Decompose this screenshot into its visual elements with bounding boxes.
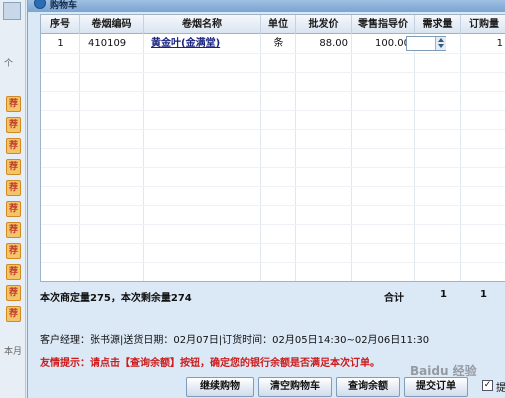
column-header-demand[interactable]: 需求量: [415, 15, 461, 34]
grid-divider: [41, 110, 505, 111]
side-text-top: 个: [4, 59, 14, 69]
recommend-tag[interactable]: 荐: [6, 222, 21, 238]
query-balance-button[interactable]: 查询余额: [336, 377, 400, 397]
recommend-tag[interactable]: 荐: [6, 201, 21, 217]
cell-retail-price: 100.00: [375, 38, 410, 49]
total-demand: 1: [440, 289, 447, 300]
grid-divider: [41, 262, 505, 263]
product-name-link[interactable]: 黄金叶(金满堂): [151, 35, 261, 53]
left-side-panel: 个 荐 荐 荐 荐 荐 荐 荐 荐 荐 荐 荐 本月: [0, 0, 26, 398]
recommend-tag[interactable]: 荐: [6, 138, 21, 154]
title-bar[interactable]: 购物车: [28, 0, 505, 12]
column-header-seq[interactable]: 序号: [41, 15, 80, 34]
grid-divider: [41, 224, 505, 225]
cell-unit: 条: [273, 38, 284, 49]
table-header: 序号 卷烟编码 卷烟名称 单位 批发价 零售指导价 需求量 订购量: [41, 15, 505, 34]
friendly-hint: 友情提示：请点击【查询余额】按钮，确定您的银行余额是否满足本次订单。: [40, 358, 380, 369]
grid-divider: [41, 53, 505, 54]
recommend-tag[interactable]: 荐: [6, 96, 21, 112]
side-top-button[interactable]: [3, 2, 21, 20]
cart-table: 序号 卷烟编码 卷烟名称 单位 批发价 零售指导价 需求量 订购量 1 4101…: [40, 14, 505, 282]
cell-wholesale-price: 88.00: [319, 38, 348, 49]
cart-icon: [34, 0, 46, 9]
quota-summary: 本次商定量275，本次剩余量274: [40, 293, 192, 304]
chevron-down-icon[interactable]: [438, 44, 444, 48]
column-header-code[interactable]: 卷烟编码: [80, 15, 144, 34]
quantity-stepper[interactable]: [435, 37, 446, 50]
recommend-tag[interactable]: 荐: [6, 243, 21, 259]
column-header-order[interactable]: 订购量: [461, 15, 505, 34]
grid-divider: [41, 167, 505, 168]
column-header-name[interactable]: 卷烟名称: [144, 15, 261, 34]
baidu-watermark: Baidu 经验: [410, 364, 477, 378]
chevron-up-icon[interactable]: [438, 38, 444, 42]
recommend-tag[interactable]: 荐: [6, 306, 21, 322]
cell-seq: 1: [57, 38, 64, 49]
grid-divider: [41, 148, 505, 149]
clear-cart-button[interactable]: 清空购物车: [258, 377, 332, 397]
grid-divider: [41, 91, 505, 92]
window-title: 购物车: [50, 1, 78, 11]
continue-shopping-button[interactable]: 继续购物: [186, 377, 254, 397]
total-order: 1: [480, 289, 487, 300]
total-label: 合计: [384, 293, 404, 304]
recommend-tag[interactable]: 荐: [6, 159, 21, 175]
column-header-wholesale[interactable]: 批发价: [296, 15, 352, 34]
cell-order-quantity: 1: [496, 38, 503, 49]
recommend-tag[interactable]: 荐: [6, 180, 21, 196]
grid-divider: [41, 72, 505, 73]
cell-code: 410109: [88, 38, 127, 49]
grid-divider: [41, 243, 505, 244]
grid-divider: [41, 129, 505, 130]
recommend-tag[interactable]: 荐: [6, 285, 21, 301]
manager-delivery-info: 客户经理：张书源|送货日期：02月07日|订货时间：02月05日14:30~02…: [40, 335, 430, 346]
recommend-tag[interactable]: 荐: [6, 264, 21, 280]
shopping-cart-dialog: 购物车 序号 卷烟编码 卷烟名称 单位 批发价 零售指导价 需求量 订购量 1 …: [27, 0, 505, 398]
recommend-tag[interactable]: 荐: [6, 117, 21, 133]
grid-divider: [41, 205, 505, 206]
grid-divider: [41, 186, 505, 187]
column-header-unit[interactable]: 单位: [261, 15, 296, 34]
side-text-bottom: 本月: [4, 347, 23, 357]
column-header-retail[interactable]: 零售指导价: [352, 15, 415, 34]
